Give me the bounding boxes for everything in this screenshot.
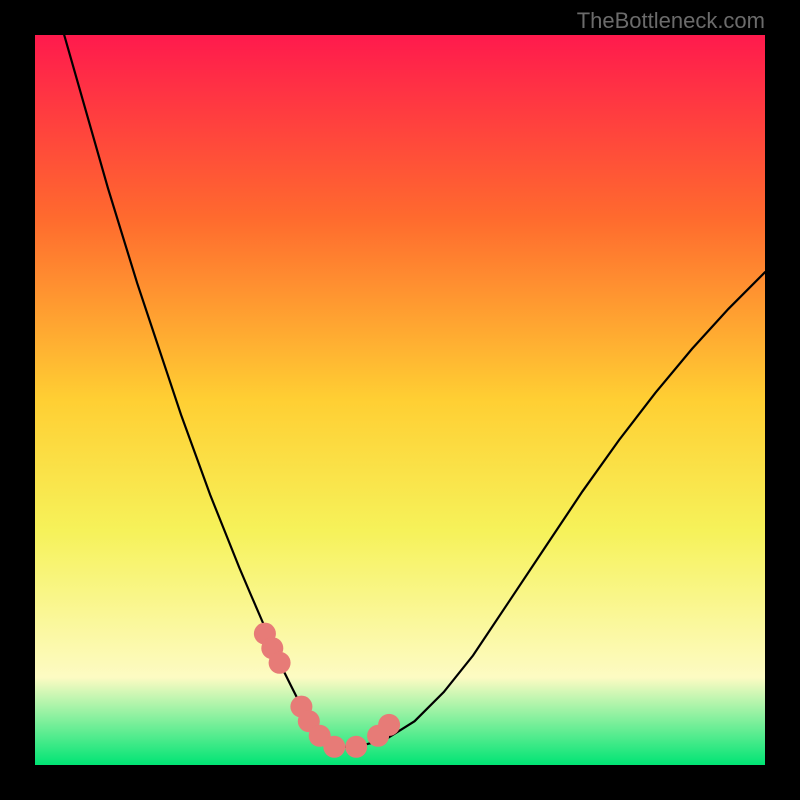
chart-svg <box>35 35 765 765</box>
gradient-background <box>35 35 765 765</box>
marker-dot <box>378 714 400 736</box>
marker-dot <box>323 736 345 758</box>
marker-dot <box>345 736 367 758</box>
chart-frame: TheBottleneck.com <box>0 0 800 800</box>
watermark-text: TheBottleneck.com <box>577 8 765 34</box>
marker-dot <box>269 652 291 674</box>
plot-area <box>35 35 765 765</box>
